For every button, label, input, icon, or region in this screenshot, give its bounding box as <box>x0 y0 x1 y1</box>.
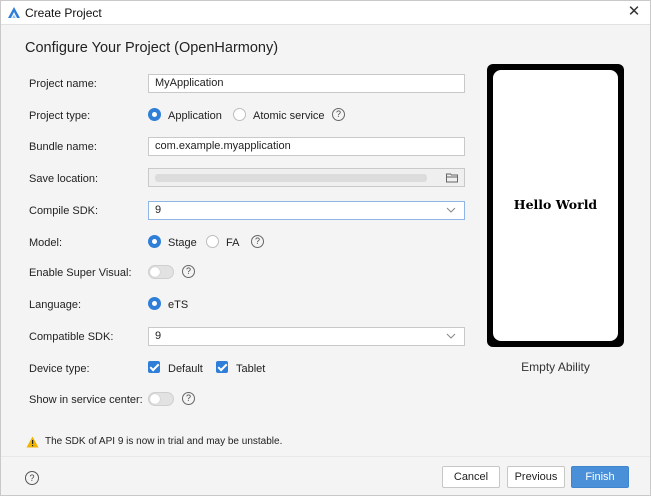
chevron-down-icon <box>446 333 456 339</box>
project-name-input[interactable]: MyApplication <box>148 74 465 93</box>
previous-button[interactable]: Previous <box>507 466 565 488</box>
device-type-tablet-label[interactable]: Tablet <box>236 363 265 375</box>
preview-hello-text: Hello World <box>513 197 598 212</box>
save-location-input[interactable] <box>148 168 465 187</box>
language-ets-radio[interactable] <box>148 297 161 310</box>
device-type-label: Device type: <box>29 363 90 375</box>
model-stage-label[interactable]: Stage <box>168 237 197 249</box>
bundle-name-label: Bundle name: <box>29 141 97 153</box>
compile-sdk-value: 9 <box>155 204 162 216</box>
chevron-down-icon <box>446 207 456 213</box>
compatible-sdk-label: Compatible SDK: <box>29 331 114 343</box>
super-visual-toggle[interactable] <box>148 265 174 279</box>
project-type-application-label[interactable]: Application <box>168 110 222 122</box>
help-icon[interactable]: ? <box>251 235 264 248</box>
app-logo-icon <box>8 7 20 18</box>
compatible-sdk-select[interactable]: 9 <box>148 327 465 346</box>
project-name-label: Project name: <box>29 78 97 90</box>
language-ets-label[interactable]: eTS <box>168 299 188 311</box>
bundle-name-input[interactable]: com.example.myapplication <box>148 137 465 156</box>
title-bar: Create Project ✕ <box>1 1 650 25</box>
save-location-label: Save location: <box>29 173 99 185</box>
model-fa-label[interactable]: FA <box>226 237 239 249</box>
template-name: Empty Ability <box>521 360 590 374</box>
compile-sdk-label: Compile SDK: <box>29 205 99 217</box>
model-fa-radio[interactable] <box>206 235 219 248</box>
folder-icon[interactable] <box>446 172 458 183</box>
footer-divider <box>1 456 650 457</box>
compatible-sdk-value: 9 <box>155 330 162 342</box>
project-type-atomic-service-radio[interactable] <box>233 108 246 121</box>
finish-button[interactable]: Finish <box>571 466 629 488</box>
window-title: Create Project <box>25 6 102 20</box>
device-type-default-label[interactable]: Default <box>168 363 203 375</box>
project-type-label: Project type: <box>29 110 91 122</box>
page-title: Configure Your Project (OpenHarmony) <box>25 40 279 56</box>
help-icon[interactable]: ? <box>182 265 195 278</box>
language-label: Language: <box>29 299 81 311</box>
device-preview: Hello World <box>487 64 624 347</box>
help-icon[interactable]: ? <box>332 108 345 121</box>
model-stage-radio[interactable] <box>148 235 161 248</box>
create-project-dialog: Create Project ✕ Configure Your Project … <box>0 0 651 496</box>
compile-sdk-select[interactable]: 9 <box>148 201 465 220</box>
save-location-value <box>155 174 427 182</box>
close-icon[interactable]: ✕ <box>626 4 642 20</box>
service-center-label: Show in service center: <box>29 394 143 406</box>
cancel-button[interactable]: Cancel <box>442 466 500 488</box>
help-icon[interactable]: ? <box>182 392 195 405</box>
sdk-warning-text: The SDK of API 9 is now in trial and may… <box>45 436 283 447</box>
device-type-default-checkbox[interactable] <box>148 361 160 373</box>
service-center-toggle[interactable] <box>148 392 174 406</box>
project-type-application-radio[interactable] <box>148 108 161 121</box>
help-icon[interactable]: ? <box>25 471 39 485</box>
model-label: Model: <box>29 237 63 249</box>
project-type-atomic-service-label[interactable]: Atomic service <box>253 110 325 122</box>
super-visual-label: Enable Super Visual: <box>29 267 132 279</box>
warning-icon <box>26 436 39 448</box>
device-type-tablet-checkbox[interactable] <box>216 361 228 373</box>
